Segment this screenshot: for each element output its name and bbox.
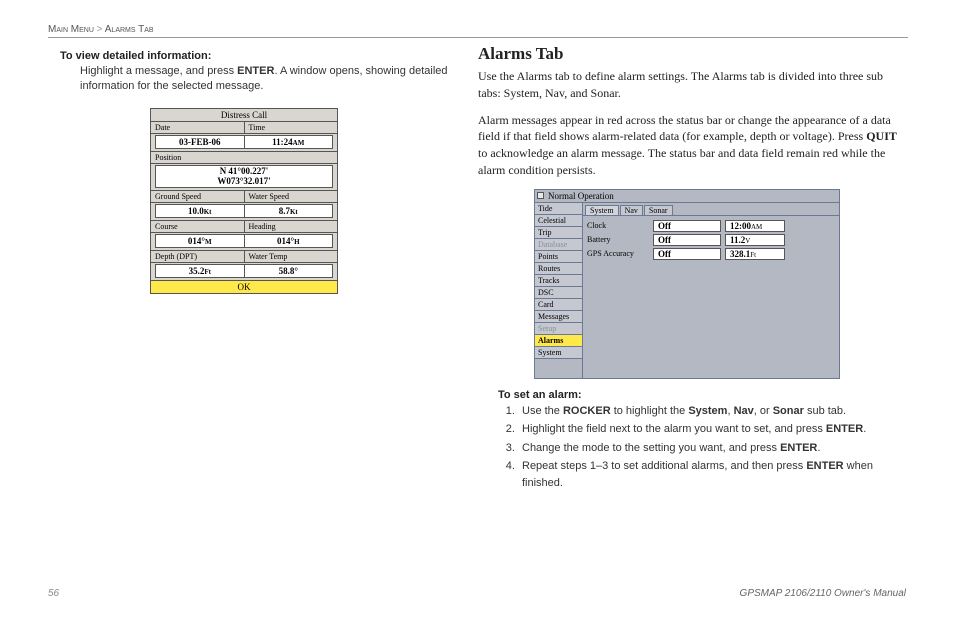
right-column: Alarms Tab Use the Alarms tab to define … [478,44,908,493]
sidebar-item-routes[interactable]: Routes [535,263,582,275]
alarm-label: Battery [587,235,653,244]
course-value: 014°M [156,235,244,247]
date-label: Date [151,122,244,133]
alarm-value-field[interactable]: 12:00AM [725,220,785,232]
heading-label: Heading [244,221,338,232]
alarms-p2: Alarm messages appear in red across the … [478,112,908,179]
sidebar-item-setup[interactable]: Setup [535,323,582,335]
ok-button[interactable]: OK [151,280,337,293]
step-1: Use the ROCKER to highlight the System, … [518,403,908,420]
heading-value: 014°H [244,235,333,247]
alarms-figure: Normal Operation TideCelestialTripDataba… [534,189,840,379]
step-4: Repeat steps 1–3 to set additional alarm… [518,458,908,491]
step-3: Change the mode to the setting you want,… [518,440,908,457]
content: System Nav Sonar ClockOff12:00AMBatteryO… [583,203,839,378]
tabs: System Nav Sonar [583,203,839,215]
titlebar-text: Normal Operation [548,191,614,201]
view-detail-text: Highlight a message, and press ENTER. A … [80,64,460,94]
water-temp-value: 58.8° [244,265,333,277]
sidebar-item-dsc[interactable]: DSC [535,287,582,299]
sidebar-item-celestial[interactable]: Celestial [535,215,582,227]
depth-value: 35.2Ft [156,265,244,277]
time-value: 11:24AM [244,136,333,148]
sidebar-item-system[interactable]: System [535,347,582,359]
alarms-p1: Use the Alarms tab to define alarm setti… [478,68,908,102]
depth-label: Depth (DPT) [151,251,244,262]
sidebar-item-trip[interactable]: Trip [535,227,582,239]
alarm-value-field[interactable]: 11.2V [725,234,785,246]
distress-title: Distress Call [151,109,337,122]
sidebar-item-card[interactable]: Card [535,299,582,311]
alarm-mode-field[interactable]: Off [653,234,721,246]
panel: ClockOff12:00AMBatteryOff11.2VGPS Accura… [583,215,839,266]
alarm-label: GPS Accuracy [587,249,653,258]
date-value: 03-FEB-06 [156,136,244,148]
position-value: N 41°00.227' W073°32.017' [155,165,333,189]
tab-system[interactable]: System [585,205,619,215]
sidebar-item-tracks[interactable]: Tracks [535,275,582,287]
page-number: 56 [48,588,59,599]
alarm-mode-field[interactable]: Off [653,248,721,260]
manual-name: GPSMAP 2106/2110 Owner's Manual [740,588,906,599]
time-label: Time [244,122,338,133]
steps-list: Use the ROCKER to highlight the System, … [518,403,908,492]
set-alarm-heading: To set an alarm: [498,389,908,401]
alarm-row: BatteryOff 11.2V [587,234,835,246]
sidebar-item-tide[interactable]: Tide [535,203,582,215]
tab-sonar[interactable]: Sonar [644,205,673,215]
alarm-row: ClockOff 12:00AM [587,220,835,232]
left-column: To view detailed information: Highlight … [60,50,460,294]
breadcrumb-b: Alarms Tab [105,24,154,35]
breadcrumb: Main Menu > Alarms Tab [48,24,908,38]
alarm-label: Clock [587,221,653,230]
sidebar-item-messages[interactable]: Messages [535,311,582,323]
breadcrumb-a: Main Menu [48,24,94,35]
ground-speed-value: 10.0Kt [156,205,244,217]
breadcrumb-sep: > [97,24,103,35]
alarm-value-field[interactable]: 328.1Ft [725,248,785,260]
satellite-icon [537,192,544,199]
ground-speed-label: Ground Speed [151,191,244,202]
view-detail-heading: To view detailed information: [60,50,460,62]
course-label: Course [151,221,244,232]
step-2: Highlight the field next to the alarm yo… [518,421,908,438]
alarm-mode-field[interactable]: Off [653,220,721,232]
alarms-tab-title: Alarms Tab [478,44,908,64]
water-temp-label: Water Temp [244,251,338,262]
water-speed-value: 8.7Kt [244,205,333,217]
titlebar: Normal Operation [535,190,839,203]
sidebar: TideCelestialTripDatabasePointsRoutesTra… [535,203,583,378]
position-label: Position [151,151,337,164]
distress-call-figure: Distress Call Date Time 03-FEB-06 11:24A… [150,108,338,295]
sidebar-item-database[interactable]: Database [535,239,582,251]
tab-nav[interactable]: Nav [620,205,643,215]
alarm-row: GPS AccuracyOff 328.1Ft [587,248,835,260]
sidebar-item-alarms[interactable]: Alarms [535,335,582,347]
sidebar-item-points[interactable]: Points [535,251,582,263]
water-speed-label: Water Speed [244,191,338,202]
